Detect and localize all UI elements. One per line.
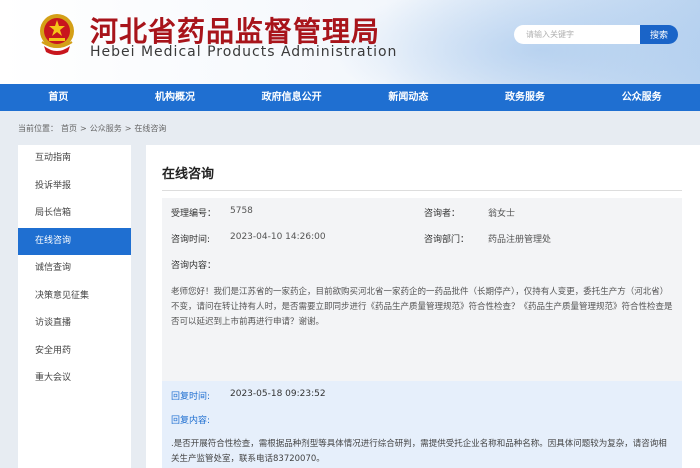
- national-emblem-icon: [40, 14, 74, 55]
- breadcrumb-prefix: 当前位置：: [18, 124, 58, 133]
- consult-person-value: 翁女士: [488, 209, 516, 219]
- site-title-en[interactable]: Hebei Medical Products Administration: [90, 44, 397, 60]
- consult-dept-label: 咨询部门：: [424, 235, 470, 245]
- sidebar-item-guide[interactable]: 互动指南: [18, 145, 131, 173]
- reply-content-text: .是否开展符合性检查，需根据品种剂型等具体情况进行综合研判，需提供受托企业名称和…: [171, 439, 667, 464]
- breadcrumb-item-public-services[interactable]: 公众服务: [90, 124, 122, 133]
- sidebar-item-director-mailbox[interactable]: 局长信箱: [18, 200, 131, 228]
- nav-item-info-disclosure[interactable]: 政府信息公开: [233, 84, 350, 111]
- breadcrumb-item-home[interactable]: 首页: [61, 124, 77, 133]
- reply-time-value: 2023-05-18 09:23:52: [230, 389, 326, 399]
- sidebar-item-opinion-collection[interactable]: 决策意见征集: [18, 283, 131, 311]
- consult-dept-value: 药品注册管理处: [488, 235, 552, 245]
- breadcrumb-separator: >: [80, 124, 87, 133]
- nav-item-public-services[interactable]: 公众服务: [583, 84, 700, 111]
- consult-time-value: 2023-04-10 14:26:00: [230, 232, 326, 242]
- site-header: 河北省药品监督管理局 Hebei Medical Products Admini…: [0, 0, 700, 84]
- reply-time-label: 回复时间:: [171, 392, 211, 402]
- consult-content-text: 老师您好！我们是江苏省的一家药企，目前欲购买河北省一家药企的一药品批件（长期停产…: [171, 287, 673, 327]
- sidebar-item-safe-medication[interactable]: 安全用药: [18, 338, 131, 366]
- nav-item-home[interactable]: 首页: [0, 84, 117, 111]
- sidebar-item-major-meetings[interactable]: 重大会议: [18, 365, 131, 393]
- sidebar-item-online-consult[interactable]: 在线咨询: [18, 227, 131, 255]
- page-title: 在线咨询: [162, 167, 215, 182]
- sidebar-item-credit-query[interactable]: 诚信查询: [18, 255, 131, 283]
- breadcrumb: 当前位置： 首页 > 公众服务 > 在线咨询: [18, 123, 169, 134]
- nav-item-about[interactable]: 机构概况: [117, 84, 234, 111]
- sidebar-item-complaints[interactable]: 投诉举报: [18, 173, 131, 201]
- breadcrumb-item-current[interactable]: 在线咨询: [134, 124, 166, 133]
- search-input[interactable]: [514, 25, 640, 44]
- consult-id-value: 5758: [230, 206, 253, 216]
- breadcrumb-separator: >: [124, 124, 132, 133]
- search-button[interactable]: 搜索: [640, 25, 678, 44]
- sidebar-item-live-interview[interactable]: 访谈直播: [18, 310, 131, 338]
- nav-item-news[interactable]: 新闻动态: [350, 84, 467, 111]
- consult-person-label: 咨询者：: [424, 209, 461, 219]
- sidebar: 互动指南 投诉举报 局长信箱 在线咨询 诚信查询 决策意见征集 访谈直播 安全用…: [18, 145, 131, 468]
- consult-content-label: 咨询内容：: [171, 261, 217, 271]
- consult-id-label: 受理编号：: [171, 209, 217, 219]
- main-content: 在线咨询 受理编号： 5758 咨询者： 翁女士 咨询时间: 2023-04-1…: [146, 145, 700, 468]
- reply-section: 回复时间: 2023-05-18 09:23:52 回复内容: .是否开展符合性…: [162, 381, 682, 468]
- title-divider: [162, 190, 682, 191]
- reply-content-label: 回复内容:: [171, 416, 211, 426]
- nav-item-gov-services[interactable]: 政务服务: [467, 84, 584, 111]
- consult-time-label: 咨询时间:: [171, 235, 211, 245]
- main-nav: 首页 机构概况 政府信息公开 新闻动态 政务服务 公众服务: [0, 84, 700, 111]
